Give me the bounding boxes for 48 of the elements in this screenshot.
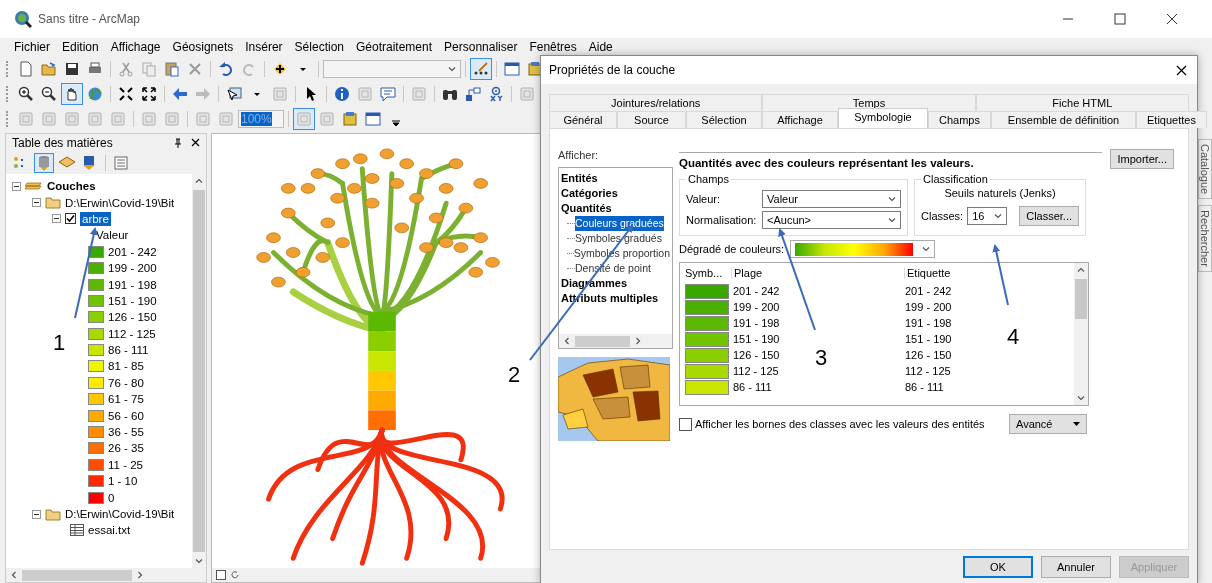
legend-label: 1 - 10	[108, 475, 138, 488]
legend-label: 11 - 25	[108, 458, 143, 471]
legend-label: 0	[108, 491, 115, 504]
field-label: Valeur:	[686, 193, 722, 205]
table-cell: 86 - 111	[733, 381, 772, 393]
window-title: Sans titre - ArcMap	[38, 12, 141, 26]
annotation-number: 2	[508, 361, 521, 389]
renderer-description: Quantités avec des couleurs représentant les valeurs.	[679, 152, 1103, 169]
annotation-number: 4	[1007, 323, 1020, 351]
legend-label: 199 - 200	[108, 262, 157, 275]
group-title: Classification	[922, 173, 989, 185]
group-title: Champs	[687, 173, 730, 185]
annotation-number: 1	[53, 329, 66, 357]
table-cell: 126 - 150	[733, 349, 780, 361]
table-cell: 199 - 200	[905, 301, 952, 313]
legend-label: 201 - 242	[108, 245, 157, 258]
legend-label: 76 - 80	[108, 376, 144, 389]
table-cell: 86 - 111	[905, 381, 944, 393]
field-label: Normalisation:	[686, 214, 758, 226]
table-cell: 151 - 190	[733, 333, 780, 345]
legend-label: 86 - 111	[108, 344, 149, 357]
table-cell: 112 - 125	[905, 365, 951, 377]
table-cell: 151 - 190	[905, 333, 952, 345]
checkbox-label: Afficher les bornes des classes avec les valeurs des entités	[695, 418, 985, 430]
legend-label: 36 - 55	[108, 426, 144, 439]
legend-label: 56 - 60	[108, 409, 144, 422]
panel-title: Table des matières	[12, 136, 113, 150]
legend-label: 61 - 75	[108, 393, 144, 406]
show-label: Afficher:	[558, 149, 600, 161]
field-name: Valeur	[96, 229, 129, 242]
table-cell: 126 - 150	[905, 349, 952, 361]
legend-label: 126 - 150	[108, 311, 157, 324]
table-cell: 201 - 242	[905, 285, 952, 297]
table-cell: 112 - 125	[733, 365, 779, 377]
legend-label: 191 - 198	[108, 278, 157, 291]
dialog-title: Propriétés de la couche	[549, 63, 676, 77]
legend-label: 26 - 35	[108, 442, 144, 455]
legend-label: 112 - 125	[108, 327, 156, 340]
annotation-number: 3	[815, 344, 828, 372]
legend-label: 151 - 190	[108, 294, 157, 307]
legend-label: 81 - 85	[108, 360, 144, 373]
classification-method: Seuils naturels (Jenks)	[943, 187, 1057, 199]
table-cell: 201 - 242	[733, 285, 780, 297]
table-cell: 191 - 198	[733, 317, 780, 329]
field-label: Classes:	[921, 210, 964, 222]
field-label: Dégradé de couleurs:	[679, 243, 785, 255]
table-cell: 191 - 198	[905, 317, 952, 329]
table-cell: 199 - 200	[733, 301, 780, 313]
